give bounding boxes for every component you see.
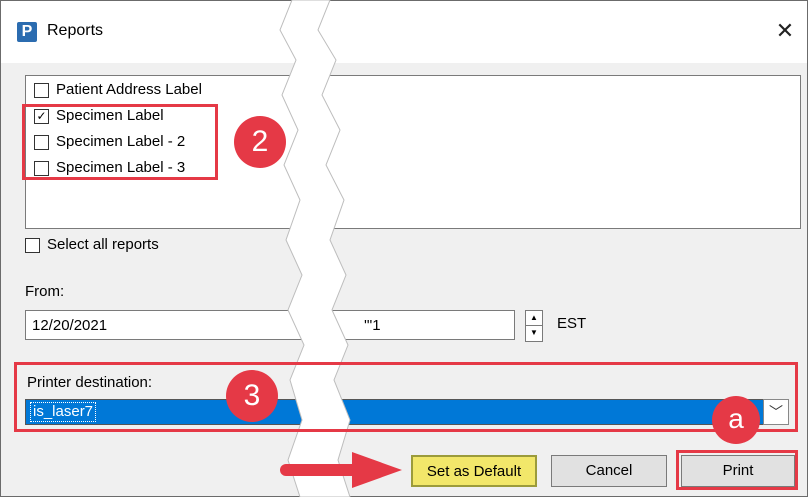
step-badge-a: a: [712, 396, 760, 444]
highlight-box-printer-destination: [14, 362, 798, 432]
step-badge-3: 3: [226, 370, 278, 422]
highlight-box-print-button: [676, 450, 798, 490]
step-badge-2: 2: [234, 116, 286, 168]
arrow-icon: [280, 452, 402, 488]
highlight-box-specimen-labels: [22, 104, 218, 180]
